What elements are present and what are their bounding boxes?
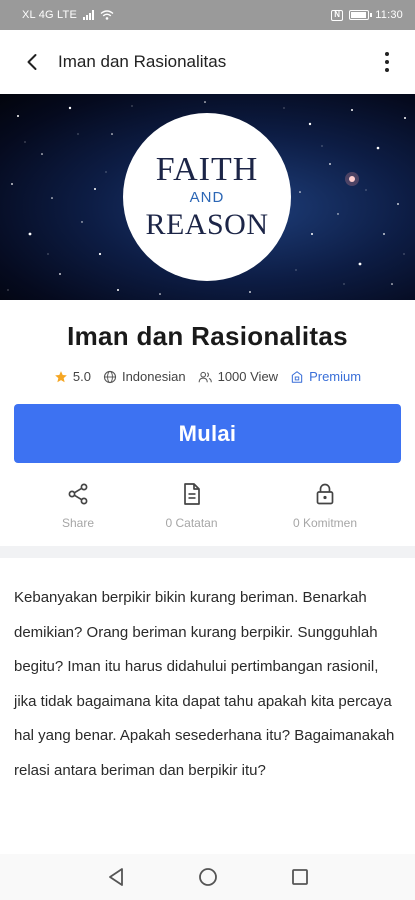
nfc-icon: N xyxy=(331,9,344,21)
commitment-label: 0 Komitmen xyxy=(292,516,358,530)
app-bar-left: Iman dan Rasionalitas xyxy=(20,50,226,74)
rating-value: 5.0 xyxy=(72,369,91,384)
wifi-icon xyxy=(100,10,114,20)
cover-line-1: FAITH xyxy=(155,151,259,188)
share-icon xyxy=(68,483,88,505)
users-icon xyxy=(198,371,212,382)
status-bar-left: XL 4G LTE xyxy=(22,9,114,21)
views-value: 1000 View xyxy=(217,369,279,384)
start-button[interactable]: Mulai xyxy=(14,404,401,463)
cover-line-3: REASON xyxy=(145,208,269,241)
book-title: Iman dan Rasionalitas xyxy=(67,321,348,351)
chevron-left-icon xyxy=(27,54,37,70)
star-icon xyxy=(55,370,67,382)
more-vertical-icon xyxy=(385,52,389,56)
system-nav-bar xyxy=(0,854,415,900)
premium-icon xyxy=(291,370,303,383)
clock: 11:30 xyxy=(375,9,403,21)
back-button[interactable] xyxy=(20,50,44,74)
status-bar: XL 4G LTE N 11:30 xyxy=(0,0,415,30)
action-row: Share 0 Catatan 0 Komitmen xyxy=(0,482,415,530)
cover-title-badge: FAITH AND REASON xyxy=(123,113,291,281)
book-description: Kebanyakan berpikir bikin kurang beriman… xyxy=(14,589,395,779)
square-recents-icon xyxy=(291,869,308,885)
section-divider xyxy=(0,546,415,558)
signal-icon xyxy=(83,10,94,20)
globe-icon xyxy=(103,370,117,383)
battery-icon xyxy=(349,10,373,20)
nav-home-button[interactable] xyxy=(197,866,219,888)
share-button[interactable]: Share xyxy=(48,482,108,530)
notes-button[interactable]: 0 Catatan xyxy=(142,482,242,530)
commitment-button[interactable]: 0 Komitmen xyxy=(275,482,375,530)
circle-home-icon xyxy=(198,868,217,886)
share-label: Share xyxy=(61,516,95,530)
premium-badge[interactable]: Premium xyxy=(290,369,361,384)
cover-line-2: AND xyxy=(189,189,225,206)
screen: XL 4G LTE N 11:30 Iman dan Rasionalitas … xyxy=(0,0,415,900)
status-bar-right: N 11:30 xyxy=(331,9,403,21)
notes-label: 0 Catatan xyxy=(165,516,218,530)
views: 1000 View xyxy=(198,369,278,384)
book-meta: 5.0 Indonesian 1000 View Premium xyxy=(0,369,415,384)
document-icon xyxy=(183,483,200,505)
language-value: Indonesian xyxy=(121,369,186,384)
app-bar-title: Iman dan Rasionalitas xyxy=(58,52,227,71)
app-bar: Iman dan Rasionalitas xyxy=(0,30,415,94)
lock-icon xyxy=(316,483,334,505)
cover-image: FAITH AND REASON xyxy=(0,94,415,300)
nav-back-button[interactable] xyxy=(105,866,127,888)
more-options-button[interactable] xyxy=(381,50,393,74)
language: Indonesian xyxy=(103,369,186,384)
triangle-back-icon xyxy=(108,868,123,886)
rating: 5.0 xyxy=(54,369,91,384)
nav-recents-button[interactable] xyxy=(289,866,311,888)
premium-label: Premium xyxy=(309,369,362,384)
carrier-label: XL 4G LTE xyxy=(22,9,77,21)
